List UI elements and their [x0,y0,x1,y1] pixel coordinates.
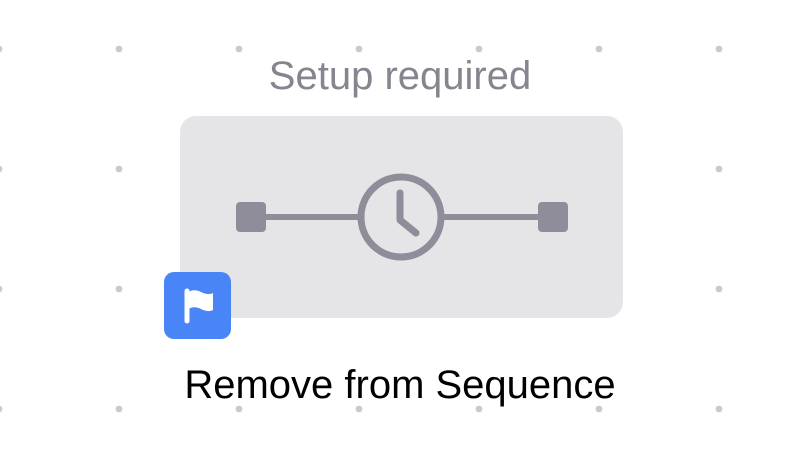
timeline-start-square [236,202,266,232]
workflow-node-card[interactable] [180,116,623,318]
node-title: Remove from Sequence [184,363,616,407]
workflow-canvas[interactable]: Setup required Remove from Sequence [0,0,800,450]
timeline-end-square [538,202,568,232]
timeline-clock-icon [236,173,568,261]
flag-badge [164,272,231,339]
flag-icon [184,288,213,323]
clock-hands [396,189,420,237]
setup-required-status: Setup required [268,54,532,98]
